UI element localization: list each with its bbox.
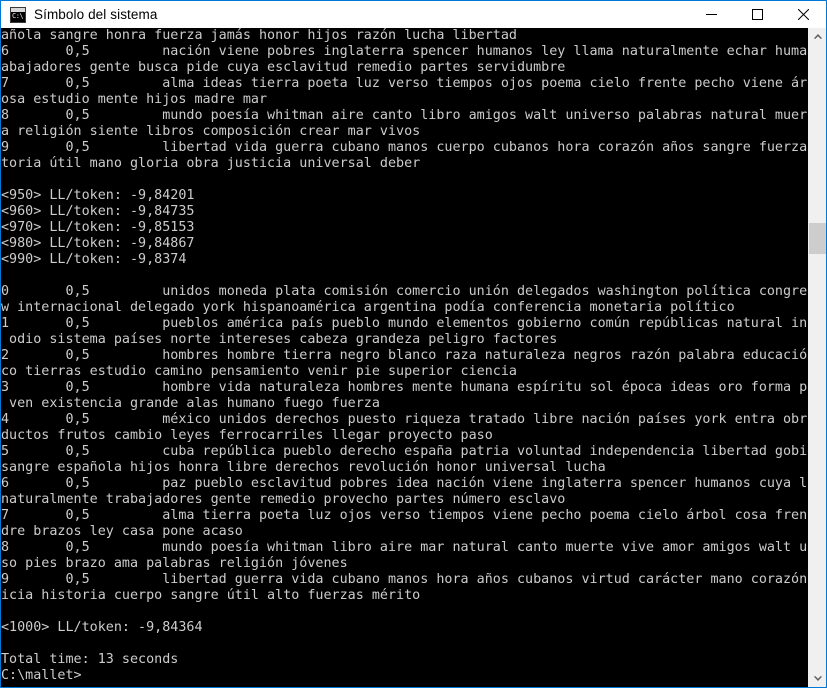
console-line: a religión siente libros composición cre… bbox=[1, 124, 421, 139]
scrollbar-track[interactable] bbox=[809, 45, 826, 670]
console-line: añola sangre honra fuerza jamás honor hi… bbox=[1, 28, 517, 43]
console-line: so pies brazo ama palabras religión jóve… bbox=[1, 556, 348, 571]
console-line: co tierras estudio camino pensamiento ve… bbox=[1, 364, 517, 379]
console-line: 8 0,5 mundo poesía whitman aire canto li… bbox=[1, 108, 808, 123]
console-line: 6 0,5 paz pueblo esclavitud pobres idea … bbox=[1, 476, 808, 491]
chevron-up-icon bbox=[813, 34, 822, 39]
console-line: osa estudio mente hijos madre mar bbox=[1, 92, 268, 107]
console-line: dre brazos ley casa pone acaso bbox=[1, 524, 243, 539]
command-prompt-window: C:\ Símbolo del sistema añola sangre hon… bbox=[0, 0, 827, 688]
scrollbar-thumb[interactable] bbox=[809, 223, 826, 254]
console-line: <1000> LL/token: -9,84364 bbox=[1, 620, 203, 635]
console-line: sangre española hijos honra libre derech… bbox=[1, 460, 606, 475]
console-line: abajadores gente busca pide cuya esclavi… bbox=[1, 60, 566, 75]
console-line: <990> LL/token: -9,8374 bbox=[1, 252, 187, 267]
console-line: <960> LL/token: -9,84735 bbox=[1, 204, 195, 219]
console-line: ven existencia grande alas humano fuego … bbox=[1, 396, 380, 411]
cmd-console-icon: C:\ bbox=[10, 6, 26, 23]
console-area: añola sangre honra fuerza jamás honor hi… bbox=[1, 28, 826, 687]
scroll-down-button[interactable] bbox=[809, 670, 826, 687]
console-line: <980> LL/token: -9,84867 bbox=[1, 236, 195, 251]
title-bar[interactable]: C:\ Símbolo del sistema bbox=[1, 1, 826, 28]
console-line: 4 0,5 méxico unidos derechos puesto riqu… bbox=[1, 412, 808, 427]
console-line: 7 0,5 alma tierra poeta luz ojos verso t… bbox=[1, 508, 808, 523]
console-line: 0 0,5 unidos moneda plata comisión comer… bbox=[1, 284, 808, 299]
chevron-down-icon bbox=[813, 676, 822, 681]
minimize-icon bbox=[705, 14, 717, 15]
maximize-icon bbox=[751, 9, 763, 20]
console-line: 7 0,5 alma ideas tierra poeta luz verso … bbox=[1, 76, 808, 91]
console-line: 1 0,5 pueblos américa país pueblo mundo … bbox=[1, 316, 808, 331]
console-line: 2 0,5 hombres hombre tierra negro blanco… bbox=[1, 348, 808, 363]
vertical-scrollbar[interactable] bbox=[808, 28, 826, 687]
console-line: C:\mallet> bbox=[1, 668, 82, 683]
close-icon bbox=[797, 9, 809, 20]
console-line: Total time: 13 seconds bbox=[1, 652, 179, 667]
minimize-button[interactable] bbox=[688, 1, 734, 28]
console-line: icia historia cuerpo sangre útil alto fu… bbox=[1, 588, 421, 603]
console-output[interactable]: añola sangre honra fuerza jamás honor hi… bbox=[1, 28, 808, 687]
console-line: 3 0,5 hombre vida naturaleza hombres men… bbox=[1, 380, 808, 395]
scroll-up-button[interactable] bbox=[809, 28, 826, 45]
console-line: toria útil mano gloria obra justicia uni… bbox=[1, 156, 421, 171]
console-line: naturalmente trabajadores gente remedio … bbox=[1, 492, 566, 507]
console-line: <970> LL/token: -9,85153 bbox=[1, 220, 195, 235]
console-line: 6 0,5 nación viene pobres inglaterra spe… bbox=[1, 44, 808, 59]
console-line: w internacional delegado york hispanoamé… bbox=[1, 300, 735, 315]
console-line: 5 0,5 cuba república pueblo derecho espa… bbox=[1, 444, 808, 459]
console-line: odio sistema países norte intereses cabe… bbox=[1, 332, 558, 347]
window-controls bbox=[688, 1, 826, 28]
console-line: ductos frutos cambio leyes ferrocarriles… bbox=[1, 428, 493, 443]
console-line: 9 0,5 libertad vida guerra cubano manos … bbox=[1, 140, 808, 155]
console-line: <950> LL/token: -9,84201 bbox=[1, 188, 195, 203]
cmd-icon-prompt-glyph: C:\ bbox=[12, 11, 24, 20]
console-line: 9 0,5 libertad guerra vida cubano manos … bbox=[1, 572, 808, 587]
console-line: 8 0,5 mundo poesía whitman libro aire ma… bbox=[1, 540, 808, 555]
maximize-button[interactable] bbox=[734, 1, 780, 28]
window-title: Símbolo del sistema bbox=[34, 7, 158, 22]
close-button[interactable] bbox=[780, 1, 826, 28]
